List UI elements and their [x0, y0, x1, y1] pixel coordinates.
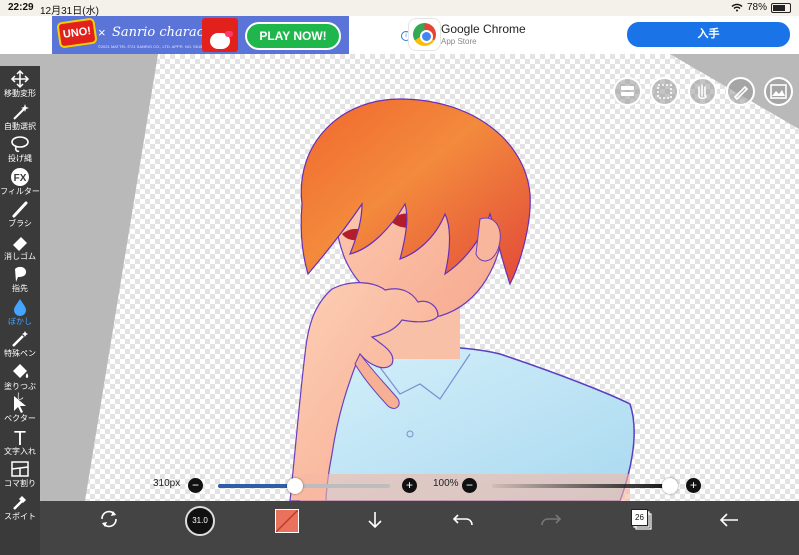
tool-magic-wand[interactable]: 自動選択: [0, 101, 40, 133]
status-right: 78%: [731, 2, 791, 13]
battery-percent: 78%: [746, 2, 767, 13]
tool-finger-smudge[interactable]: 指先: [0, 263, 40, 295]
vector-cursor-icon: [0, 394, 40, 414]
opacity-plus-button[interactable]: +: [686, 478, 701, 493]
download-arrow-icon[interactable]: [364, 509, 386, 531]
ad-app-store: App Store: [441, 37, 477, 46]
uno-card-image: [202, 18, 238, 52]
chrome-app-icon[interactable]: [409, 19, 440, 50]
ad-app-name[interactable]: Google Chrome: [441, 22, 526, 36]
move-arrows-icon: [0, 69, 40, 89]
opacity-track[interactable]: [492, 484, 670, 488]
workspace[interactable]: [40, 54, 799, 501]
magic-wand-icon: [0, 102, 40, 122]
tool-label: フィルター: [0, 186, 40, 196]
left-toolbar: 移動変形自動選択投げ縄 FX フィルターブラシ消しゴム指先ぼかし特殊ペン塗りつぶしベ…: [0, 66, 40, 555]
svg-text:T: T: [14, 428, 26, 447]
opacity-thumb[interactable]: [662, 478, 678, 494]
lasso-icon: [0, 134, 40, 154]
brush-icon: [0, 199, 40, 219]
brush-size-minus-button[interactable]: −: [188, 478, 203, 493]
tool-lasso[interactable]: 投げ縄: [0, 133, 40, 165]
play-now-button[interactable]: PLAY NOW!: [245, 22, 341, 50]
opacity-minus-button[interactable]: −: [462, 478, 477, 493]
bottom-toolbar: [40, 501, 799, 555]
tool-label: 指先: [12, 284, 28, 293]
image-insert-icon: [770, 84, 787, 99]
chrome-center: [420, 30, 433, 43]
tool-fill-bucket[interactable]: 塗りつぶし: [0, 361, 40, 401]
tool-label: コマ割り: [4, 479, 36, 488]
layer-settings-button[interactable]: [613, 77, 642, 106]
pen-edit-button[interactable]: [726, 77, 755, 106]
status-time: 22:29: [8, 2, 34, 13]
get-app-button[interactable]: 入手: [627, 22, 790, 47]
tool-label: 投げ縄: [8, 154, 32, 163]
tool-move-arrows[interactable]: 移動変形: [0, 68, 40, 100]
tool-text[interactable]: T 文字入れ: [0, 426, 40, 458]
tool-label: ぼかし: [8, 316, 32, 326]
panel-divide-icon: [0, 459, 40, 479]
tool-label: 自動選択: [4, 121, 36, 131]
tool-label: スポイト: [4, 511, 36, 521]
tool-label: ブラシ: [8, 219, 32, 228]
tool-special-pen[interactable]: 特殊ペン: [0, 328, 40, 360]
brush-size-plus-button[interactable]: +: [402, 478, 417, 493]
fill-bucket-icon: [0, 362, 40, 382]
fx-icon: FX: [0, 167, 40, 187]
drawing-canvas[interactable]: [40, 54, 799, 501]
selection-icon: [657, 84, 672, 99]
tool-brush[interactable]: ブラシ: [0, 198, 40, 230]
layer-settings-icon: [621, 86, 634, 96]
brush-size-label: 310px: [153, 478, 181, 489]
finger-smudge-icon: [0, 264, 40, 284]
tool-eyedropper[interactable]: スポイト: [0, 491, 40, 523]
kitty-bow: [225, 31, 233, 37]
uno-copyright: ©2021 MATTEL ©'21 SANRIO CO., LTD. APPR.…: [98, 44, 210, 49]
uno-ad-image[interactable]: UNO! × Sanrio characters ©2021 MATTEL ©'…: [52, 16, 349, 54]
back-arrow-icon[interactable]: [718, 510, 740, 530]
selection-button[interactable]: [650, 77, 679, 106]
image-insert-button[interactable]: [764, 77, 793, 106]
tool-panel-divide[interactable]: コマ割り: [0, 458, 40, 490]
tool-label: 文字入れ: [4, 446, 36, 456]
status-date: 12月31日(水): [40, 6, 99, 17]
hand-gesture-icon: [698, 84, 707, 100]
swatch-slash: [275, 509, 299, 533]
tool-blur-drop[interactable]: ぼかし: [0, 296, 40, 328]
svg-text:FX: FX: [14, 173, 27, 184]
brush-size-fill: [218, 484, 296, 488]
special-pen-icon: [0, 329, 40, 349]
hand-gesture-button[interactable]: [688, 77, 717, 106]
tool-label: 消しゴム: [4, 251, 36, 261]
tool-label: 特殊ペン: [4, 349, 36, 358]
undo-icon[interactable]: [452, 511, 474, 529]
blur-drop-icon: [0, 297, 40, 317]
tool-label: 移動変形: [4, 89, 36, 98]
eraser-icon: [0, 232, 40, 252]
brush-preview-icon[interactable]: 31.0: [185, 506, 215, 536]
battery-icon: [771, 2, 791, 13]
layer-count[interactable]: 26: [631, 509, 648, 526]
battery-fill: [773, 4, 786, 11]
tool-vector-cursor[interactable]: ベクター: [0, 393, 40, 425]
tool-fx[interactable]: FX フィルター: [0, 166, 40, 198]
transform-icon[interactable]: [98, 508, 120, 530]
wifi-icon: [731, 3, 743, 12]
eyedropper-icon: [0, 492, 40, 512]
uno-logo: UNO!: [56, 17, 98, 49]
status-bar: 22:29 12月31日(水) 78%: [0, 0, 799, 17]
tool-eraser[interactable]: 消しゴム: [0, 231, 40, 263]
pen-edit-icon: [733, 85, 749, 101]
redo-icon[interactable]: [540, 511, 562, 529]
color-swatch-icon[interactable]: [275, 509, 299, 533]
opacity-label: 100%: [433, 478, 459, 489]
text-icon: T: [0, 427, 40, 450]
uno-x-mark: ×: [98, 25, 106, 40]
tool-label: ベクター: [4, 414, 36, 423]
